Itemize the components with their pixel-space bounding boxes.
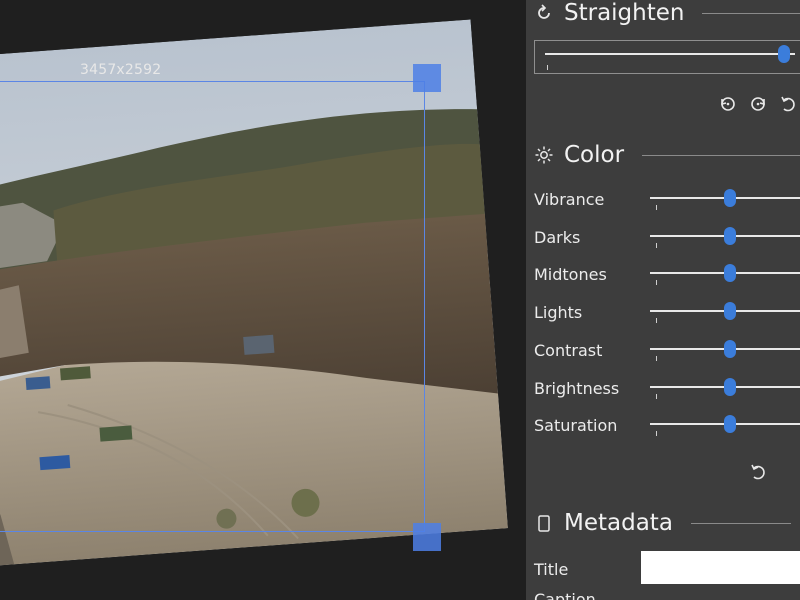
slider-label-darks: Darks	[534, 227, 581, 247]
document-icon	[534, 513, 554, 533]
slider-tick	[656, 205, 657, 210]
straighten-icon	[534, 3, 554, 23]
slider-label-lights: Lights	[534, 303, 583, 323]
slider-tick	[656, 393, 657, 399]
crop-frame[interactable]	[0, 81, 425, 532]
rotate-right-button[interactable]	[746, 92, 770, 116]
straighten-header: Straighten	[534, 0, 800, 26]
rotate-left-icon	[718, 94, 738, 114]
slider-tick	[656, 318, 657, 324]
reset-color-button[interactable]	[746, 460, 770, 484]
edit-panel: Straighten Color Vibrance Darks Midtones…	[526, 0, 800, 600]
metadata-title: Metadata	[564, 510, 673, 536]
caption-field-label: Caption	[534, 590, 596, 600]
reset-icon	[778, 94, 798, 114]
reset-icon	[748, 462, 768, 482]
slider-label-midtones: Midtones	[534, 265, 607, 285]
crop-handle-top-right[interactable]	[413, 64, 441, 92]
rotate-right-icon	[748, 94, 768, 114]
slider-thumb-vibrance[interactable]	[724, 189, 736, 207]
slider-thumb[interactable]	[778, 45, 791, 63]
slider-thumb-saturation[interactable]	[724, 415, 736, 434]
image-dimensions: 3457x2592	[80, 62, 162, 78]
metadata-header: Metadata	[534, 510, 791, 536]
slider-tick	[656, 431, 657, 437]
photo-canvas[interactable]: 3457x2592	[0, 0, 526, 600]
slider-thumb-brightness[interactable]	[724, 377, 736, 396]
divider	[690, 522, 791, 524]
slider-label-saturation: Saturation	[534, 416, 618, 436]
slider-tick	[656, 355, 657, 361]
slider-tick	[547, 65, 548, 70]
slider-label-vibrance: Vibrance	[534, 190, 605, 209]
straighten-title: Straighten	[564, 0, 685, 26]
crop-handle-bottom-right[interactable]	[413, 523, 441, 551]
divider	[702, 12, 800, 14]
rotate-left-button[interactable]	[716, 92, 740, 116]
slider-thumb-contrast[interactable]	[724, 339, 736, 358]
slider-tick	[656, 242, 657, 248]
title-input[interactable]	[641, 551, 800, 584]
color-header: Color	[534, 142, 800, 168]
color-title: Color	[564, 142, 625, 168]
slider-label-brightness: Brightness	[534, 378, 620, 398]
slider-thumb-lights[interactable]	[724, 302, 736, 321]
slider-tick	[656, 280, 657, 286]
sun-icon	[534, 145, 554, 165]
photo-editor: 3457x2592 Straighten Color Vibrance Dark…	[0, 0, 800, 600]
slider-track	[545, 53, 795, 55]
slider-thumb-midtones[interactable]	[724, 264, 736, 283]
reset-straighten-button[interactable]	[776, 92, 800, 116]
slider-label-contrast: Contrast	[534, 340, 603, 360]
slider-thumb-darks[interactable]	[724, 226, 736, 245]
divider	[642, 154, 800, 156]
straighten-slider[interactable]	[534, 40, 800, 74]
title-field-label: Title	[534, 560, 569, 579]
